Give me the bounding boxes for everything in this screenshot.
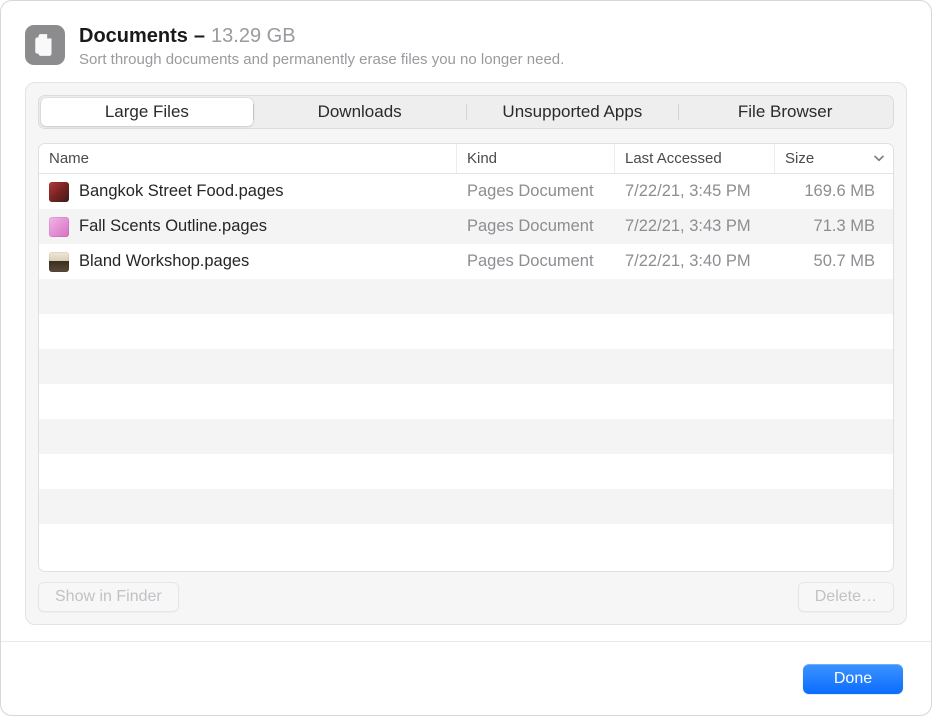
tab-file-browser[interactable]: File Browser — [679, 98, 891, 126]
tab-large-files[interactable]: Large Files — [41, 98, 253, 126]
title-size: 13.29 GB — [211, 23, 296, 49]
window-footer: Done — [1, 641, 931, 715]
table-row[interactable]: Bland Workshop.pages Pages Document 7/22… — [39, 244, 893, 279]
file-kind: Pages Document — [457, 209, 615, 244]
column-size[interactable]: Size — [775, 144, 893, 173]
header: Documents – 13.29 GB Sort through docume… — [1, 1, 931, 82]
file-name: Fall Scents Outline.pages — [79, 217, 267, 236]
file-last-accessed: 7/22/21, 3:40 PM — [615, 244, 775, 279]
header-text: Documents – 13.29 GB Sort through docume… — [79, 23, 564, 68]
panel-footer: Show in Finder Delete… — [26, 572, 906, 624]
title-label: Documents — [79, 23, 188, 49]
column-name[interactable]: Name — [39, 144, 457, 173]
table-body: Bangkok Street Food.pages Pages Document… — [39, 174, 893, 571]
chevron-down-icon — [873, 151, 885, 168]
done-button[interactable]: Done — [803, 664, 903, 694]
column-kind[interactable]: Kind — [457, 144, 615, 173]
file-kind: Pages Document — [457, 174, 615, 209]
file-size: 50.7 MB — [775, 244, 893, 279]
file-table: Name Kind Last Accessed Size Bangkok Str… — [38, 143, 894, 572]
storage-documents-window: Documents – 13.29 GB Sort through docume… — [0, 0, 932, 716]
delete-button[interactable]: Delete… — [798, 582, 894, 612]
page-title: Documents – 13.29 GB — [79, 23, 564, 49]
file-size: 169.6 MB — [775, 174, 893, 209]
table-row[interactable]: Fall Scents Outline.pages Pages Document… — [39, 209, 893, 244]
subtitle: Sort through documents and permanently e… — [79, 51, 564, 68]
file-thumbnail-icon — [49, 217, 69, 237]
show-in-finder-button[interactable]: Show in Finder — [38, 582, 179, 612]
column-last-accessed[interactable]: Last Accessed — [615, 144, 775, 173]
file-kind: Pages Document — [457, 244, 615, 279]
title-dash: – — [194, 23, 205, 49]
file-last-accessed: 7/22/21, 3:43 PM — [615, 209, 775, 244]
file-name: Bangkok Street Food.pages — [79, 182, 284, 201]
empty-rows — [39, 279, 893, 524]
file-size: 71.3 MB — [775, 209, 893, 244]
table-row[interactable]: Bangkok Street Food.pages Pages Document… — [39, 174, 893, 209]
file-thumbnail-icon — [49, 182, 69, 202]
tab-bar: Large Files Downloads Unsupported Apps F… — [38, 95, 894, 129]
documents-icon — [25, 25, 65, 65]
tab-downloads[interactable]: Downloads — [254, 98, 466, 126]
file-thumbnail-icon — [49, 252, 69, 272]
file-name: Bland Workshop.pages — [79, 252, 249, 271]
table-header: Name Kind Last Accessed Size — [39, 144, 893, 174]
file-last-accessed: 7/22/21, 3:45 PM — [615, 174, 775, 209]
tab-unsupported-apps[interactable]: Unsupported Apps — [467, 98, 679, 126]
content-panel: Large Files Downloads Unsupported Apps F… — [25, 82, 907, 625]
